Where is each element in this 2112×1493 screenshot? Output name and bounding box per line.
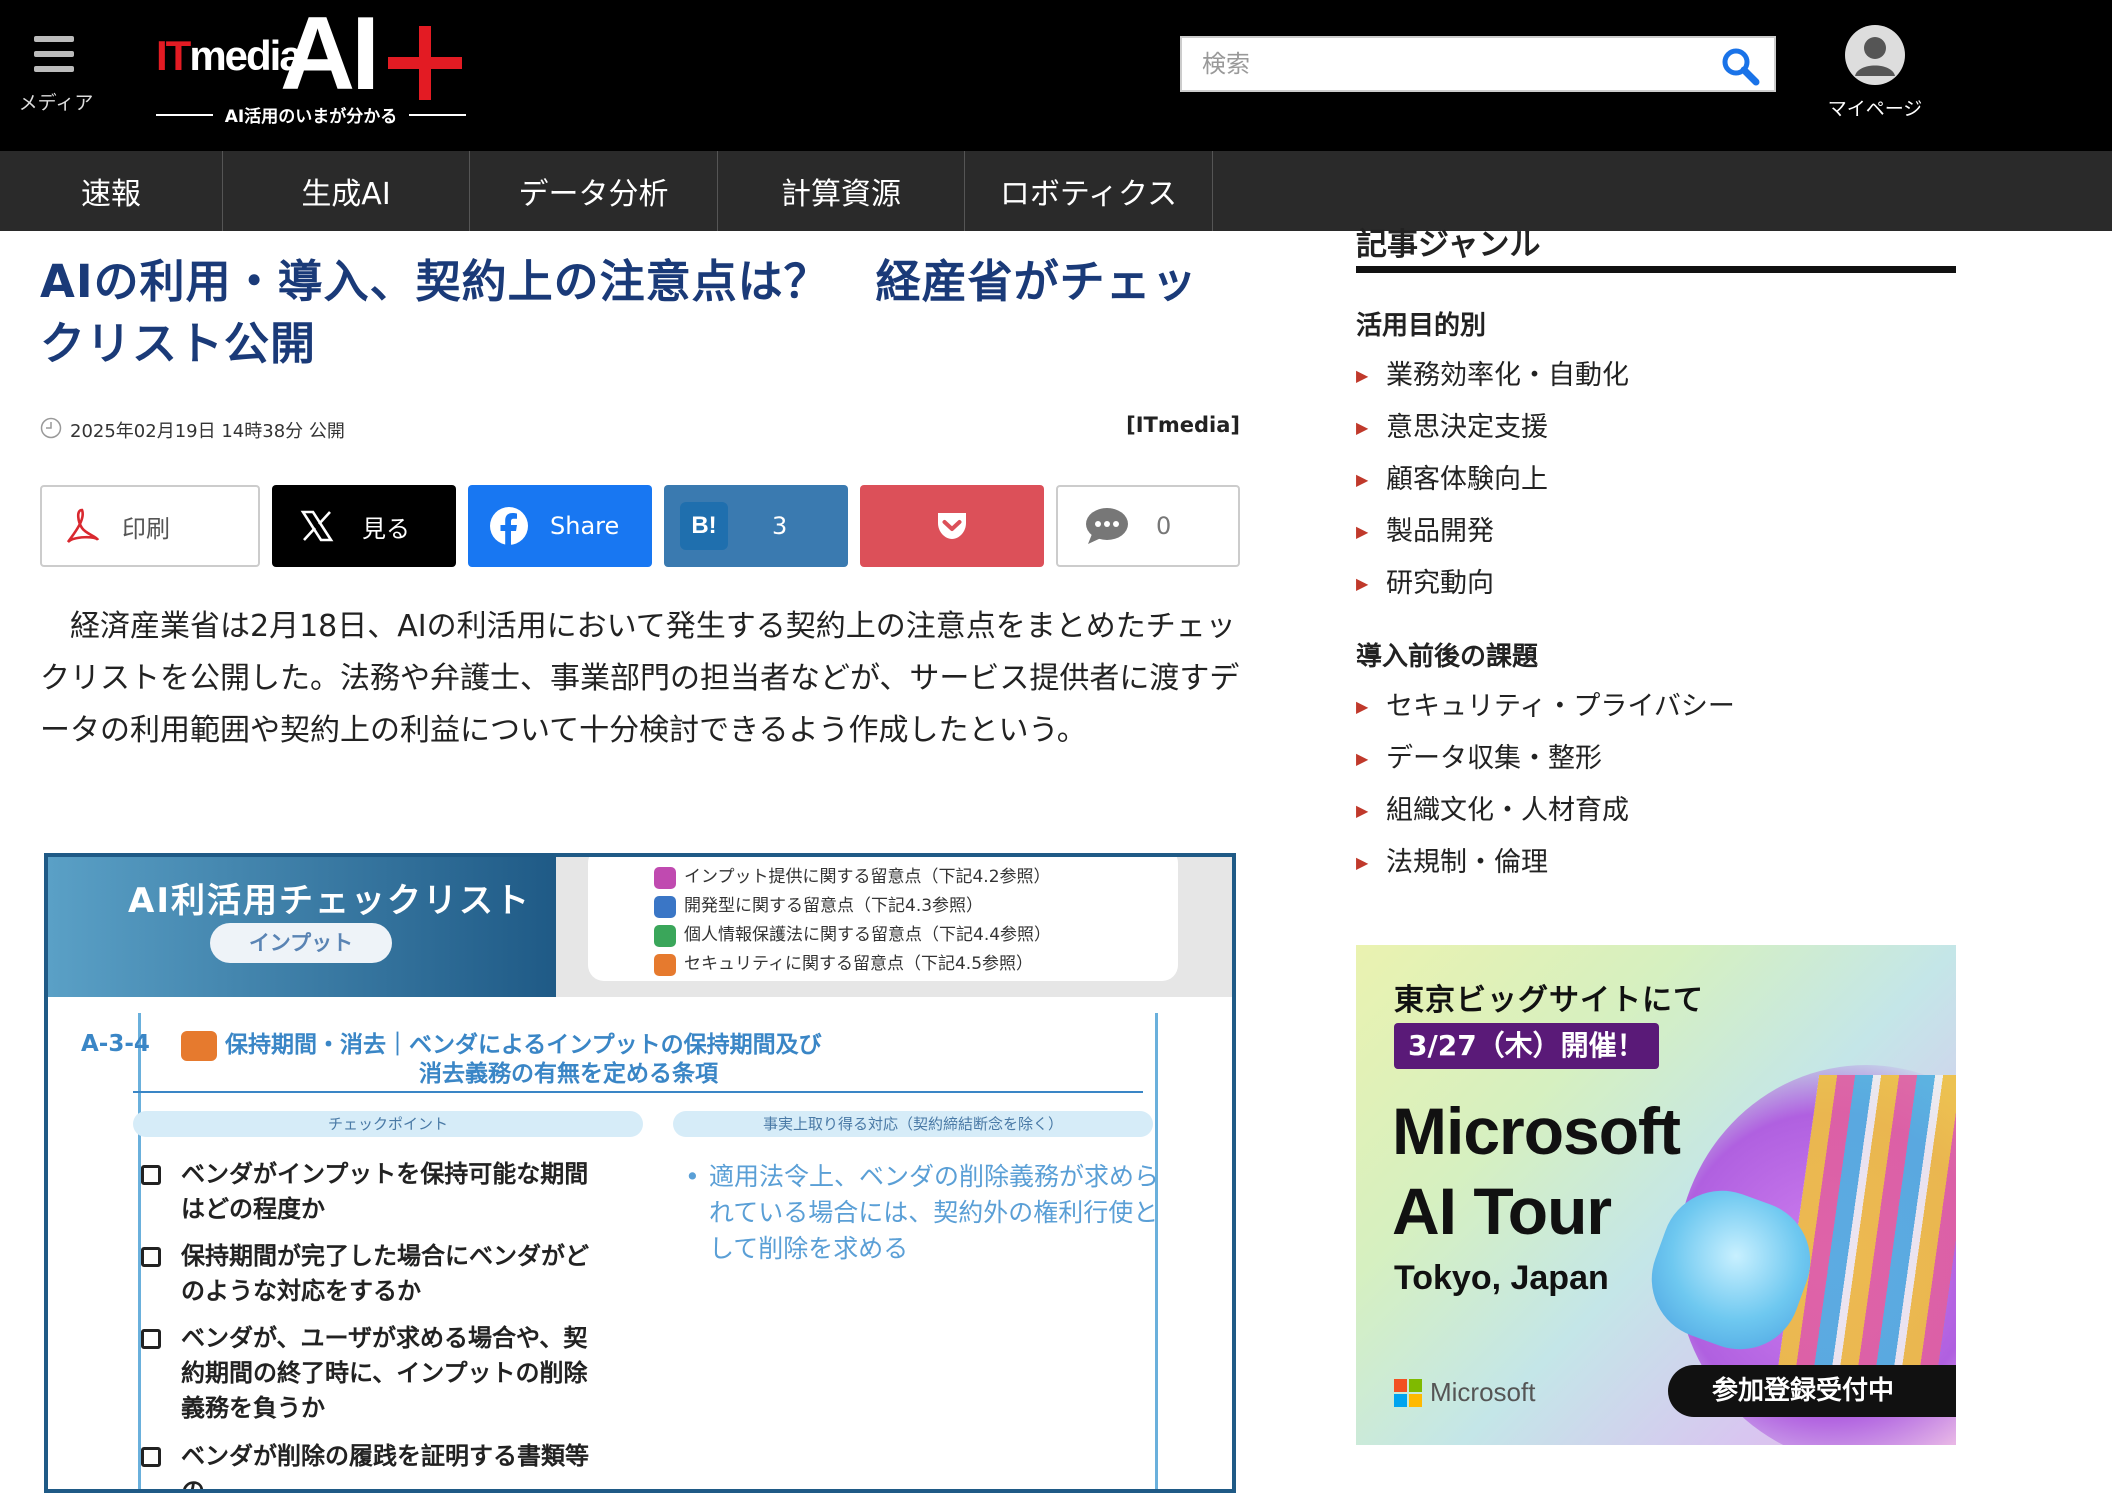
genre-link[interactable]: データ収集・整形 [1356, 733, 1956, 785]
article-source[interactable]: [ITmedia] [1126, 413, 1240, 437]
checkpoint-column-label: チェックポイント [133, 1111, 643, 1137]
ad-location: Tokyo, Japan [1394, 1259, 1609, 1297]
genre-link[interactable]: 法規制・倫理 [1356, 837, 1956, 889]
figure-section-pill: インプット [210, 923, 392, 963]
search-input[interactable] [1182, 38, 1702, 90]
checkbox-icon [141, 1247, 161, 1267]
nav-item-news[interactable]: 速報 [0, 151, 223, 231]
logo-tagline: AI活用のいまが分かる [156, 102, 467, 127]
ad-brand: Microsoft [1394, 1377, 1535, 1408]
genre-group-heading: 活用目的別 [1356, 311, 1487, 341]
mypage-label: マイページ [1827, 98, 1923, 120]
share-buttons: 印刷 見る Share B! 3 0 [40, 485, 1240, 567]
genre-link[interactable]: セキュリティ・プライバシー [1356, 681, 1956, 733]
pocket-icon [935, 510, 969, 542]
ad-headline: AI Tour [1392, 1174, 1612, 1248]
facebook-share-button[interactable]: Share [468, 485, 652, 567]
response-item: • 適用法令上、ベンダの削除義務が求められている場合には、契約外の権利行使として削… [685, 1162, 1160, 1263]
hatena-count: 3 [772, 512, 788, 540]
x-icon [272, 509, 362, 543]
checklist-figure[interactable]: AI利活用チェックリスト インプット インプット提供に関する留意点（下記4.2参… [44, 853, 1236, 1493]
sidebar: 記事ジャンル 活用目的別 業務効率化・自動化 意思決定支援 顧客体験向上 製品開… [1356, 227, 1956, 889]
checkbox-icon [141, 1447, 161, 1467]
article-meta: 2025年02月19日 14時38分 公開 [ITmedia] [40, 413, 1240, 443]
clock-icon [40, 417, 62, 439]
hatena-bookmark-icon: B! [664, 502, 744, 550]
site-header: メディア ITmedia AI AI活用のいまが分かる マイページ [0, 0, 2112, 151]
legend-item: インプット提供に関する留意点（下記4.2参照） [654, 863, 1178, 892]
print-button[interactable]: 印刷 [40, 485, 260, 567]
logo-ai: AI [280, 0, 380, 112]
checkpoint-item: 保持期間が完了した場合にベンダがどのような対応をするか [141, 1239, 611, 1309]
genre-link[interactable]: 製品開発 [1356, 506, 1956, 558]
nav-item-generative-ai[interactable]: 生成AI [223, 151, 470, 231]
media-menu-button[interactable]: メディア [14, 36, 98, 116]
figure-body: A-3-4 保持期間・消去｜ベンダによるインプットの保持期間及び 消去義務の有無… [81, 1013, 1160, 1489]
genre-title: 記事ジャンル [1356, 225, 1956, 273]
media-menu-label: メディア [18, 92, 94, 114]
site-logo[interactable]: ITmedia AI AI活用のいまが分かる [152, 2, 472, 134]
nav-item-robotics[interactable]: ロボティクス [965, 151, 1213, 231]
article-lead: 経済産業省は2月18日、AIの利活用において発生する契約上の注意点をまとめたチェ… [40, 609, 1240, 748]
figure-title-box: AI利活用チェックリスト インプット [48, 857, 556, 997]
user-avatar-icon [1844, 24, 1906, 86]
x-share-button[interactable]: 見る [272, 485, 456, 567]
figure-legend: インプット提供に関する留意点（下記4.2参照） 開発型に関する留意点（下記4.3… [588, 857, 1178, 981]
heading-divider [133, 1091, 1143, 1093]
genre-link[interactable]: 意思決定支援 [1356, 402, 1956, 454]
pdf-icon [42, 506, 122, 546]
hamburger-icon [34, 36, 74, 78]
comment-bubble-icon [1058, 506, 1156, 546]
clause-code: A-3-4 [81, 1031, 150, 1057]
genre-link[interactable]: 組織文化・人材育成 [1356, 785, 1956, 837]
logo-itmedia: ITmedia [156, 32, 303, 79]
legend-item: 開発型に関する留意点（下記4.3参照） [654, 892, 1178, 921]
nav-item-compute[interactable]: 計算資源 [718, 151, 965, 231]
response-column-label: 事実上取り得る対応（契約締結断念を除く） [673, 1111, 1153, 1137]
genre-link[interactable]: 顧客体験向上 [1356, 454, 1956, 506]
pocket-save-button[interactable] [860, 485, 1044, 567]
ad-register-button[interactable]: 参加登録受付中 [1668, 1365, 1956, 1417]
mypage-link[interactable]: マイページ [1820, 24, 1930, 124]
facebook-share-label: Share [550, 512, 620, 540]
comments-button[interactable]: 0 [1056, 485, 1240, 567]
category-nav: 速報 生成AI データ分析 計算資源 ロボティクス [0, 151, 2112, 231]
nav-item-data-analysis[interactable]: データ分析 [470, 151, 718, 231]
figure-title: AI利活用チェックリスト [128, 881, 531, 921]
microsoft-logo-icon [1394, 1378, 1422, 1407]
checkpoint-item: ベンダが、ユーザが求める場合や、契約期間の終了時に、インプットの削除義務を負うか [141, 1321, 611, 1426]
logo-plus-icon [388, 26, 462, 100]
publish-date: 2025年02月19日 14時38分 公開 [70, 421, 345, 442]
checkpoint-item: ベンダがインプットを保持可能な期間はどの程度か [141, 1157, 611, 1227]
x-share-label: 見る [362, 514, 410, 543]
development-gear-icon [654, 895, 676, 918]
event-ad-banner[interactable]: 東京ビッグサイトにて 3/27（木）開催！ Microsoft AI Tour … [1356, 945, 1956, 1445]
genre-link[interactable]: 研究動向 [1356, 558, 1956, 610]
genre-group-heading: 導入前後の課題 [1356, 642, 1539, 672]
security-shield-icon [654, 953, 676, 976]
hatena-bookmark-button[interactable]: B! 3 [664, 485, 848, 567]
checkpoint-item: ベンダが削除の履践を証明する書類等の [141, 1439, 611, 1489]
checkbox-icon [141, 1165, 161, 1185]
input-provision-icon [654, 866, 676, 889]
security-shield-icon [181, 1031, 217, 1061]
search-icon[interactable] [1720, 46, 1760, 86]
search-box [1180, 36, 1776, 92]
print-label: 印刷 [122, 514, 170, 543]
checkbox-icon [141, 1329, 161, 1349]
ad-headline: Microsoft [1392, 1094, 1681, 1168]
personal-info-icon [654, 924, 676, 947]
article: AIの利用・導入、契約上の注意点は？ 経産省がチェッ クリスト公開 2025年02… [40, 231, 1240, 1493]
ad-date: 3/27（木）開催！ [1394, 1023, 1659, 1069]
legend-item: セキュリティに関する留意点（下記4.5参照） [654, 950, 1178, 979]
comment-count: 0 [1156, 512, 1172, 540]
legend-item: 個人情報保護法に関する留意点（下記4.4参照） [654, 921, 1178, 950]
figure-header: AI利活用チェックリスト インプット インプット提供に関する留意点（下記4.2参… [48, 857, 1232, 997]
genre-link[interactable]: 業務効率化・自動化 [1356, 350, 1956, 402]
ad-venue: 東京ビッグサイトにて [1394, 983, 1704, 1018]
facebook-icon [468, 506, 550, 546]
clause-heading: 保持期間・消去｜ベンダによるインプットの保持期間及び 消去義務の有無を定める条項 [225, 1032, 822, 1087]
article-title: AIの利用・導入、契約上の注意点は？ 経産省がチェッ クリスト公開 [40, 255, 1198, 370]
